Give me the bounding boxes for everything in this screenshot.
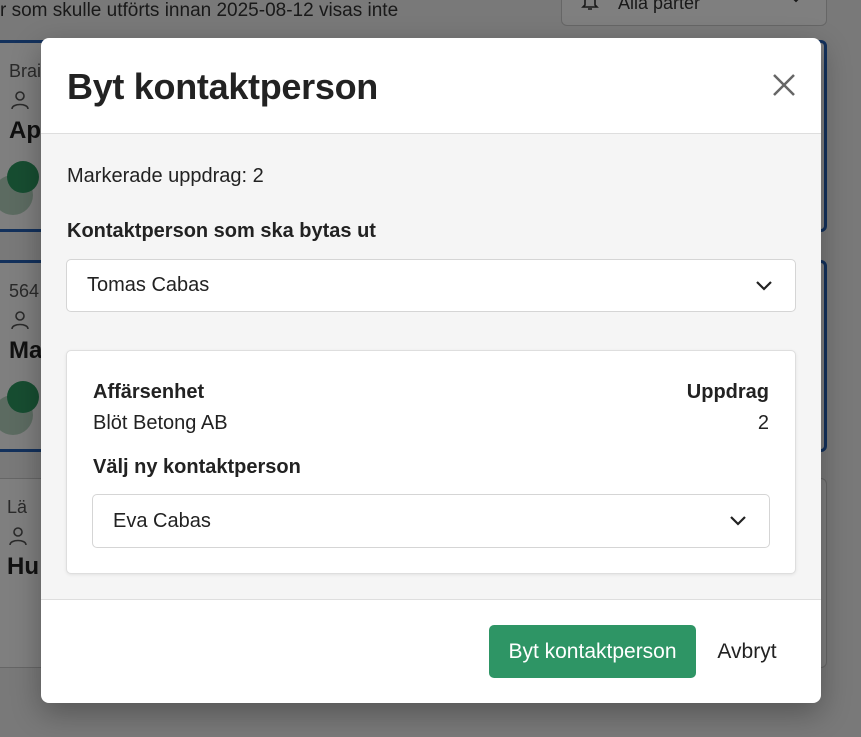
business-unit-panel: Affärsenhet Uppdrag Blöt Betong AB 2 Väl…: [66, 350, 796, 574]
assignment-count: 2: [757, 412, 769, 434]
business-unit-header: Affärsenhet: [93, 381, 205, 403]
assignments-header: Uppdrag: [686, 381, 769, 403]
chevron-down-icon: [756, 280, 772, 291]
chevron-down-icon: [730, 516, 746, 526]
old-contact-select[interactable]: Tomas Cabas: [66, 259, 796, 312]
old-contact-value: Tomas Cabas: [87, 274, 210, 296]
new-contact-value: Eva Cabas: [113, 509, 211, 532]
dialog-header: Byt kontaktperson: [41, 38, 821, 134]
dialog-title: Byt kontaktperson: [67, 66, 378, 107]
new-contact-select[interactable]: Eva Cabas: [92, 494, 770, 548]
old-contact-label: Kontaktperson som ska bytas ut: [67, 220, 376, 242]
close-icon[interactable]: [769, 70, 799, 100]
dialog-body: Markerade uppdrag: 2 Kontaktperson som s…: [41, 134, 821, 600]
dialog-footer: Byt kontaktperson Avbryt: [41, 600, 821, 703]
change-contact-button[interactable]: Byt kontaktperson: [489, 625, 696, 678]
selected-count: Markerade uppdrag: 2: [67, 165, 264, 187]
new-contact-label: Välj ny kontaktperson: [93, 456, 301, 478]
change-contact-dialog: Byt kontaktperson Markerade uppdrag: 2 K…: [41, 38, 821, 703]
business-unit-name: Blöt Betong AB: [93, 412, 228, 434]
cancel-button[interactable]: Avbryt: [703, 625, 791, 678]
